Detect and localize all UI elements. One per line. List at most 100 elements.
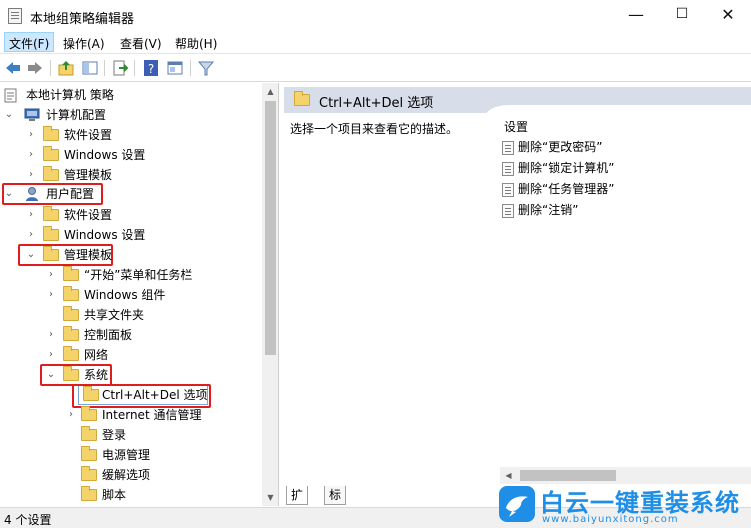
watermark: 白云一键重装系统 www.baiyunxitong.com xyxy=(496,482,751,528)
tree-item-mitigation[interactable]: 缓解选项 xyxy=(64,465,256,485)
tree-item-win-components[interactable]: › Windows 组件 xyxy=(44,285,256,305)
setting-item[interactable]: 删除“注销” xyxy=(502,200,578,220)
tree-item-scripts[interactable]: 脚本 xyxy=(64,485,256,505)
scrollbar-thumb[interactable] xyxy=(265,101,276,355)
tree-item-uc-windows[interactable]: › Windows 设置 xyxy=(24,225,254,245)
tree-label-logon: 登录 xyxy=(102,428,127,442)
folder-icon xyxy=(81,466,97,481)
folder-icon xyxy=(43,246,59,261)
folder-icon xyxy=(81,426,97,441)
window-title: 本地组策略编辑器 xyxy=(30,12,135,27)
menu-file[interactable]: 文件(F) xyxy=(4,32,55,52)
chevron-right-icon[interactable]: › xyxy=(46,285,56,305)
tree-label-cc-admin: 管理模板 xyxy=(64,168,113,182)
menu-help[interactable]: 帮助(H) xyxy=(175,35,217,52)
scroll-down-icon[interactable]: ▼ xyxy=(262,489,278,506)
folder-icon xyxy=(43,206,59,221)
watermark-url: www.baiyunxitong.com xyxy=(542,514,679,525)
policy-setting-icon xyxy=(502,161,514,176)
setting-item[interactable]: 删除“更改密码” xyxy=(502,137,602,157)
tree-item-power[interactable]: 电源管理 xyxy=(64,445,256,465)
tree-item-logon[interactable]: 登录 xyxy=(64,425,256,445)
tree-label-user-config: 用户配置 xyxy=(46,187,95,201)
settings-column-header[interactable]: 设置 xyxy=(504,118,528,135)
setting-item[interactable]: 删除“任务管理器” xyxy=(502,179,614,199)
chevron-right-icon[interactable]: › xyxy=(46,325,56,345)
tree-label-shared-folders: 共享文件夹 xyxy=(84,308,145,322)
tree-item-computer-config[interactable]: ⌄ 计算机配置 xyxy=(4,105,254,125)
properties-icon[interactable] xyxy=(166,59,184,77)
tree-item-control-panel[interactable]: › 控制面板 xyxy=(44,325,256,345)
up-folder-icon[interactable] xyxy=(57,59,75,77)
scroll-up-icon[interactable]: ▲ xyxy=(262,83,278,100)
chevron-right-icon[interactable]: › xyxy=(46,265,56,285)
tree-item-cc-software[interactable]: › 软件设置 xyxy=(24,125,254,145)
folder-icon xyxy=(63,266,79,281)
tree-item-start-menu[interactable]: › “开始”菜单和任务栏 xyxy=(44,265,256,285)
folder-icon xyxy=(63,306,79,321)
chevron-down-icon[interactable]: ⌄ xyxy=(4,184,14,204)
maximize-button[interactable]: ☐ xyxy=(659,0,705,31)
policy-setting-icon xyxy=(502,140,514,155)
tree-label-win-components: Windows 组件 xyxy=(84,288,166,302)
export-list-icon[interactable] xyxy=(111,59,129,77)
help-icon[interactable]: ? xyxy=(142,59,160,77)
details-pane: Ctrl+Alt+Del 选项 选择一个项目来查看它的描述。 设置 删除“更改密… xyxy=(284,83,751,520)
forward-arrow-icon[interactable] xyxy=(26,59,44,77)
tree-label-control-panel: 控制面板 xyxy=(84,328,133,342)
tree-pane: 本地计算机 策略 ⌄ 计算机配置 › 软件设置 › Windows 设置 › 管… xyxy=(0,83,279,506)
chevron-down-icon[interactable]: ⌄ xyxy=(4,105,14,125)
svg-text:?: ? xyxy=(148,62,154,76)
tree-label-computer-config: 计算机配置 xyxy=(46,108,107,122)
chevron-right-icon[interactable]: › xyxy=(26,205,36,225)
tree-label-cc-software: 软件设置 xyxy=(64,128,113,142)
toolbar: ? xyxy=(0,55,751,82)
title-bar: 本地组策略编辑器 — ☐ ✕ xyxy=(0,0,751,31)
chevron-right-icon[interactable]: › xyxy=(26,125,36,145)
chevron-down-icon[interactable]: ⌄ xyxy=(46,365,56,385)
tree-item-shared-folders[interactable]: 共享文件夹 xyxy=(44,305,256,325)
tree-label-power: 电源管理 xyxy=(102,448,151,462)
bird-logo-icon xyxy=(499,486,535,522)
tree-item-internet-comm[interactable]: › Internet 通信管理 xyxy=(64,405,256,425)
tree-label-cc-windows: Windows 设置 xyxy=(64,148,146,162)
folder-icon xyxy=(63,346,79,361)
tree-item-cc-windows[interactable]: › Windows 设置 xyxy=(24,145,254,165)
setting-label: 删除“任务管理器” xyxy=(518,182,615,196)
chevron-right-icon[interactable]: › xyxy=(26,225,36,245)
policy-document-icon xyxy=(4,88,17,103)
chevron-right-icon[interactable]: › xyxy=(66,405,76,425)
status-text: 4 个设置 xyxy=(4,513,52,527)
show-hide-tree-icon[interactable] xyxy=(81,59,99,77)
tree-vertical-scrollbar[interactable]: ▲ ▼ xyxy=(262,83,278,506)
tree-item-uc-admin[interactable]: ⌄ 管理模板 xyxy=(24,245,254,265)
folder-icon xyxy=(43,226,59,241)
chevron-right-icon[interactable]: › xyxy=(26,145,36,165)
menu-action[interactable]: 操作(A) xyxy=(63,35,105,52)
tree-item-cc-admin[interactable]: › 管理模板 xyxy=(24,165,254,185)
scrollbar-thumb[interactable] xyxy=(520,470,616,481)
tree-item-user-config[interactable]: ⌄ 用户配置 xyxy=(4,184,254,204)
folder-icon xyxy=(63,286,79,301)
chevron-right-icon[interactable]: › xyxy=(26,165,36,185)
tree-item-system[interactable]: ⌄ 系统 xyxy=(44,365,256,385)
chevron-down-icon[interactable]: ⌄ xyxy=(26,245,36,265)
menu-view[interactable]: 查看(V) xyxy=(120,35,162,52)
close-button[interactable]: ✕ xyxy=(705,0,751,31)
tree-item-root[interactable]: 本地计算机 策略 xyxy=(4,85,254,105)
tree-label-uc-software: 软件设置 xyxy=(64,208,113,222)
tab-standard[interactable]: 标准 xyxy=(324,486,347,520)
back-arrow-icon[interactable] xyxy=(4,59,22,77)
filter-icon[interactable] xyxy=(197,59,215,77)
computer-icon xyxy=(24,108,40,121)
tree-label-uc-admin: 管理模板 xyxy=(64,248,113,262)
tree-item-uc-software[interactable]: › 软件设置 xyxy=(24,205,254,225)
tree-item-ctrl-alt-del[interactable]: Ctrl+Alt+Del 选项 xyxy=(64,385,256,405)
details-title: Ctrl+Alt+Del 选项 xyxy=(319,96,434,111)
tab-extended[interactable]: 扩展 xyxy=(286,486,309,520)
tree-item-network[interactable]: › 网络 xyxy=(44,345,256,365)
chevron-right-icon[interactable]: › xyxy=(46,345,56,365)
setting-item[interactable]: 删除“锁定计算机” xyxy=(502,158,614,178)
tree-label-internet-comm: Internet 通信管理 xyxy=(102,408,202,422)
minimize-button[interactable]: — xyxy=(613,0,659,31)
